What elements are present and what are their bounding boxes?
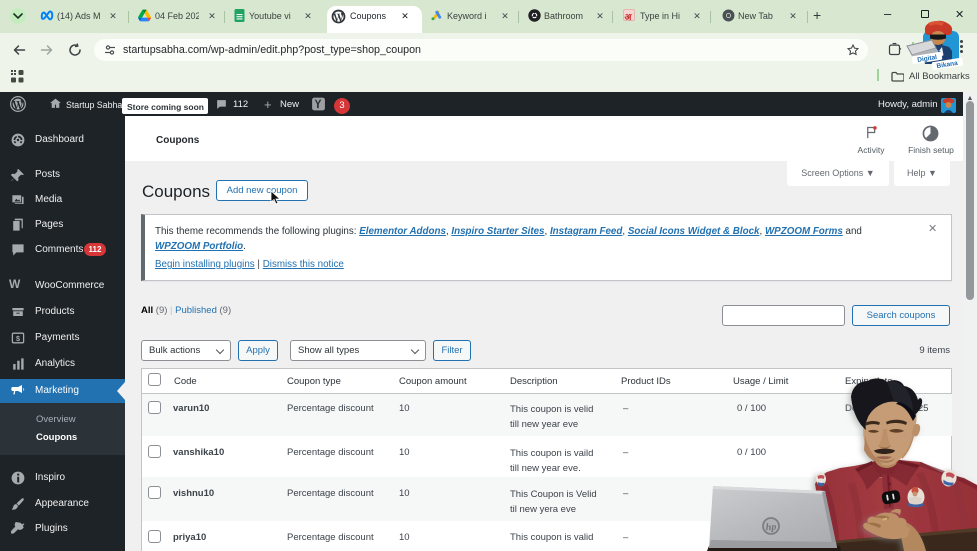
svg-text:hp: hp (766, 522, 777, 534)
svg-text:$: $ (16, 334, 20, 343)
